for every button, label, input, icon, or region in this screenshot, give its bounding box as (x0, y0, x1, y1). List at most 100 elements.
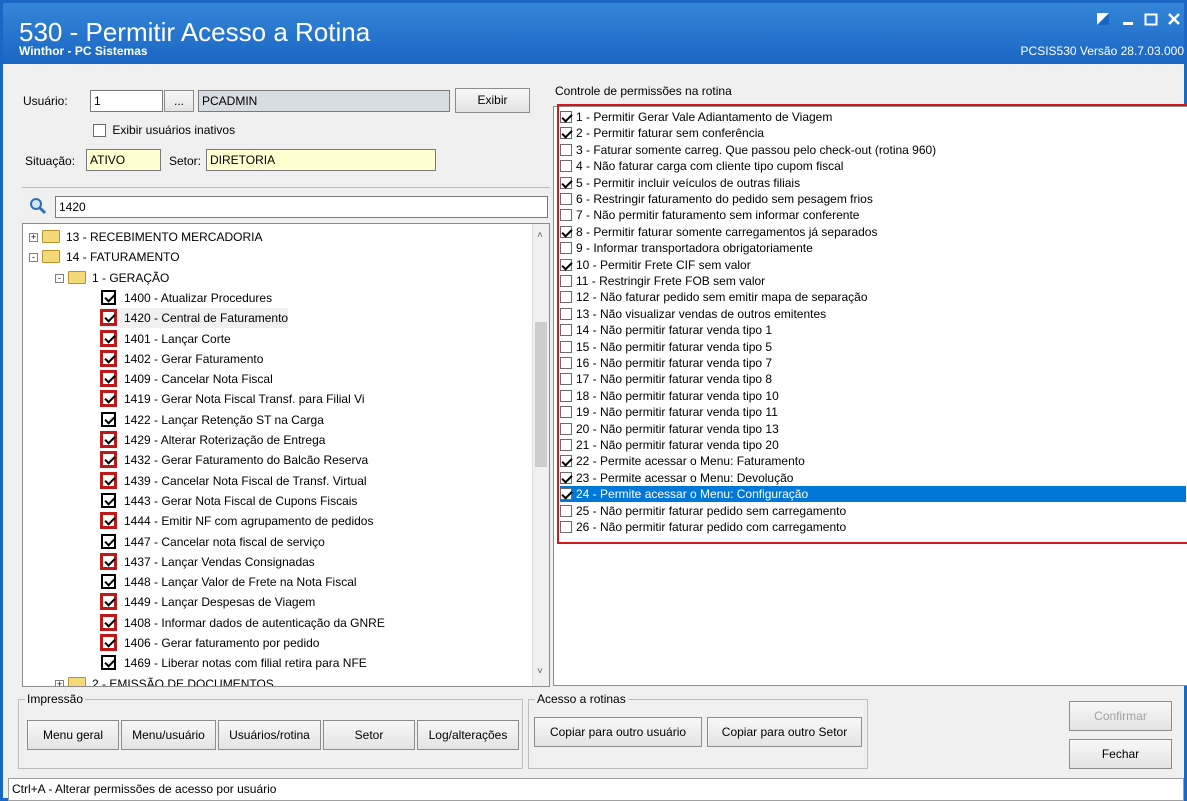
permission-item[interactable]: 14 - Não permitir faturar venda tipo 1 (560, 322, 1186, 338)
permission-item[interactable]: 17 - Não permitir faturar venda tipo 8 (560, 371, 1186, 387)
tree-folder-node[interactable]: +13 - RECEBIMENTO MERCADORIA (29, 227, 262, 247)
permission-checkbox[interactable] (560, 471, 572, 484)
permission-item[interactable]: 23 - Permite acessar o Menu: Devolução (560, 470, 1186, 486)
setor-button[interactable]: Setor (323, 720, 415, 750)
permission-checkbox[interactable] (560, 291, 572, 304)
tree-folder-node[interactable]: +2 - EMISSÃO DE DOCUMENTOS (55, 674, 274, 686)
routine-checkbox[interactable] (101, 513, 116, 529)
scroll-down-icon[interactable]: ˅ (537, 666, 543, 677)
tree-routine-node[interactable]: 1448 - Lançar Valor de Frete na Nota Fis… (101, 572, 357, 592)
routine-checkbox[interactable] (101, 289, 116, 305)
scroll-up-icon[interactable]: ˄ (537, 230, 543, 241)
tree-routine-node[interactable]: 1401 - Lançar Corte (101, 329, 231, 349)
permission-checkbox[interactable] (560, 111, 572, 123)
close-icon[interactable] (1163, 9, 1185, 31)
menu-geral-button[interactable]: Menu geral (27, 720, 119, 750)
tree-routine-node[interactable]: 1432 - Gerar Faturamento do Balcão Reser… (101, 450, 368, 470)
permission-item[interactable]: 12 - Não faturar pedido sem emitir mapa … (560, 289, 1186, 305)
permission-item[interactable]: 6 - Restringir faturamento do pedido sem… (560, 191, 1186, 207)
routine-checkbox[interactable] (101, 614, 116, 630)
permission-checkbox[interactable] (560, 504, 572, 517)
permission-item[interactable]: 15 - Não permitir faturar venda tipo 5 (560, 339, 1186, 355)
permission-checkbox[interactable] (560, 373, 572, 386)
routine-checkbox[interactable] (101, 594, 116, 610)
permission-item[interactable]: 25 - Não permitir faturar pedido sem car… (560, 503, 1186, 519)
usuario-lookup-button[interactable]: ... (164, 90, 194, 112)
permission-item[interactable]: 2 - Permitir faturar sem conferência (560, 125, 1186, 141)
tree-routine-node[interactable]: 1447 - Cancelar nota fiscal de serviço (101, 532, 325, 552)
minimize-icon[interactable] (1117, 9, 1139, 31)
permission-checkbox[interactable] (560, 160, 572, 173)
permission-checkbox[interactable] (560, 242, 572, 255)
log-alteracoes-button[interactable]: Log/alterações (417, 720, 519, 750)
permission-item[interactable]: 13 - Não visualizar vendas de outros emi… (560, 306, 1186, 322)
routine-checkbox[interactable] (101, 432, 116, 447)
routine-checkbox[interactable] (101, 472, 116, 488)
permission-checkbox[interactable] (560, 307, 572, 320)
permission-item[interactable]: 24 - Permite acessar o Menu: Configuraçã… (560, 486, 1186, 503)
tree-routine-node[interactable]: 1406 - Gerar faturamento por pedido (101, 633, 319, 653)
permission-item[interactable]: 20 - Não permitir faturar venda tipo 13 (560, 421, 1186, 437)
permission-checkbox[interactable] (560, 389, 572, 402)
inativos-checkbox[interactable] (93, 124, 106, 138)
permission-checkbox[interactable] (560, 127, 572, 140)
tree-folder-node[interactable]: - 1 - GERAÇÃO (55, 268, 169, 288)
usuario-code-input[interactable]: 1 (90, 90, 163, 112)
permission-item[interactable]: 11 - Restringir Frete FOB sem valor (560, 273, 1186, 289)
tree-routine-node[interactable]: 1437 - Lançar Vendas Consignadas (101, 552, 315, 572)
permission-checkbox[interactable] (560, 275, 572, 287)
copiar-setor-button[interactable]: Copiar para outro Setor (707, 717, 862, 747)
tree-routine-node[interactable]: 1444 - Emitir NF com agrupamento de pedi… (101, 511, 373, 531)
routine-checkbox[interactable] (101, 310, 116, 326)
permission-checkbox[interactable] (560, 324, 572, 337)
usuarios-rotina-button[interactable]: Usuários/rotina (218, 720, 321, 750)
permission-item[interactable]: 5 - Permitir incluir veículos de outras … (560, 175, 1186, 191)
routine-checkbox[interactable] (101, 533, 116, 549)
permission-checkbox[interactable] (560, 209, 572, 222)
routine-checkbox[interactable] (101, 350, 116, 366)
tree-routine-node[interactable]: 1422 - Lançar Retenção ST na Carga (101, 410, 324, 430)
tree-routine-node[interactable]: 1469 - Liberar notas com filial retira p… (101, 653, 367, 673)
permission-item[interactable]: 9 - Informar transportadora obrigatoriam… (560, 240, 1186, 256)
confirmar-button[interactable]: Confirmar (1069, 701, 1172, 731)
permission-checkbox[interactable] (560, 357, 572, 369)
routine-checkbox[interactable] (101, 574, 116, 590)
tree-folder-node[interactable]: - 14 - FATURAMENTO (29, 247, 180, 267)
expand-icon[interactable]: + (55, 679, 64, 686)
routine-checkbox[interactable] (101, 411, 116, 427)
permission-item[interactable]: 3 - Faturar somente carreg. Que passou p… (560, 142, 1186, 158)
permission-checkbox[interactable] (560, 176, 572, 189)
rotinas-tree[interactable]: +13 - RECEBIMENTO MERCADORIA -14 - FATURA… (22, 223, 550, 687)
permission-item[interactable]: 18 - Não permitir faturar venda tipo 10 (560, 388, 1186, 404)
permission-checkbox[interactable] (560, 193, 572, 205)
permission-item[interactable]: 16 - Não permitir faturar venda tipo 7 (560, 355, 1186, 371)
routine-checkbox[interactable] (101, 635, 116, 650)
tree-routine-node[interactable]: 1409 - Cancelar Nota Fiscal (101, 369, 273, 389)
tree-routine-node[interactable]: 1402 - Gerar Faturamento (101, 349, 263, 369)
collapse-icon[interactable]: - (29, 253, 38, 263)
routine-checkbox[interactable] (101, 553, 116, 569)
expand-icon[interactable]: + (29, 233, 38, 242)
routine-checkbox[interactable] (101, 655, 116, 671)
tree-routine-node[interactable]: 1443 - Gerar Nota Fiscal de Cupons Fisca… (101, 491, 357, 511)
tree-routine-node[interactable]: 1400 - Atualizar Procedures (101, 288, 272, 308)
maximize-icon[interactable] (1140, 9, 1162, 31)
routine-checkbox[interactable] (101, 492, 116, 508)
permission-checkbox[interactable] (560, 340, 572, 353)
menu-usuario-button[interactable]: Menu/usuário (121, 720, 216, 750)
permission-checkbox[interactable] (560, 439, 572, 451)
permission-item[interactable]: 4 - Não faturar carga com cliente tipo c… (560, 158, 1186, 174)
tree-routine-node[interactable]: 1408 - Informar dados de autenticação da… (101, 613, 385, 633)
permission-checkbox[interactable] (560, 455, 572, 468)
permission-checkbox[interactable] (560, 143, 572, 156)
tree-routine-node[interactable]: 1449 - Lançar Despesas de Viagem (101, 592, 315, 612)
permission-checkbox[interactable] (560, 225, 572, 238)
permission-item[interactable]: 26 - Não permitir faturar pedido com car… (560, 519, 1186, 535)
scroll-thumb[interactable] (535, 322, 547, 467)
tree-routine-node[interactable]: 1419 - Gerar Nota Fiscal Transf. para Fi… (101, 389, 365, 409)
permission-item[interactable]: 19 - Não permitir faturar venda tipo 11 (560, 404, 1186, 420)
collapse-icon[interactable]: - (55, 273, 64, 283)
permission-item[interactable]: 8 - Permitir faturar somente carregament… (560, 224, 1186, 240)
tree-scrollbar[interactable]: ˄ ˅ (532, 224, 549, 686)
permission-checkbox[interactable] (560, 521, 572, 533)
